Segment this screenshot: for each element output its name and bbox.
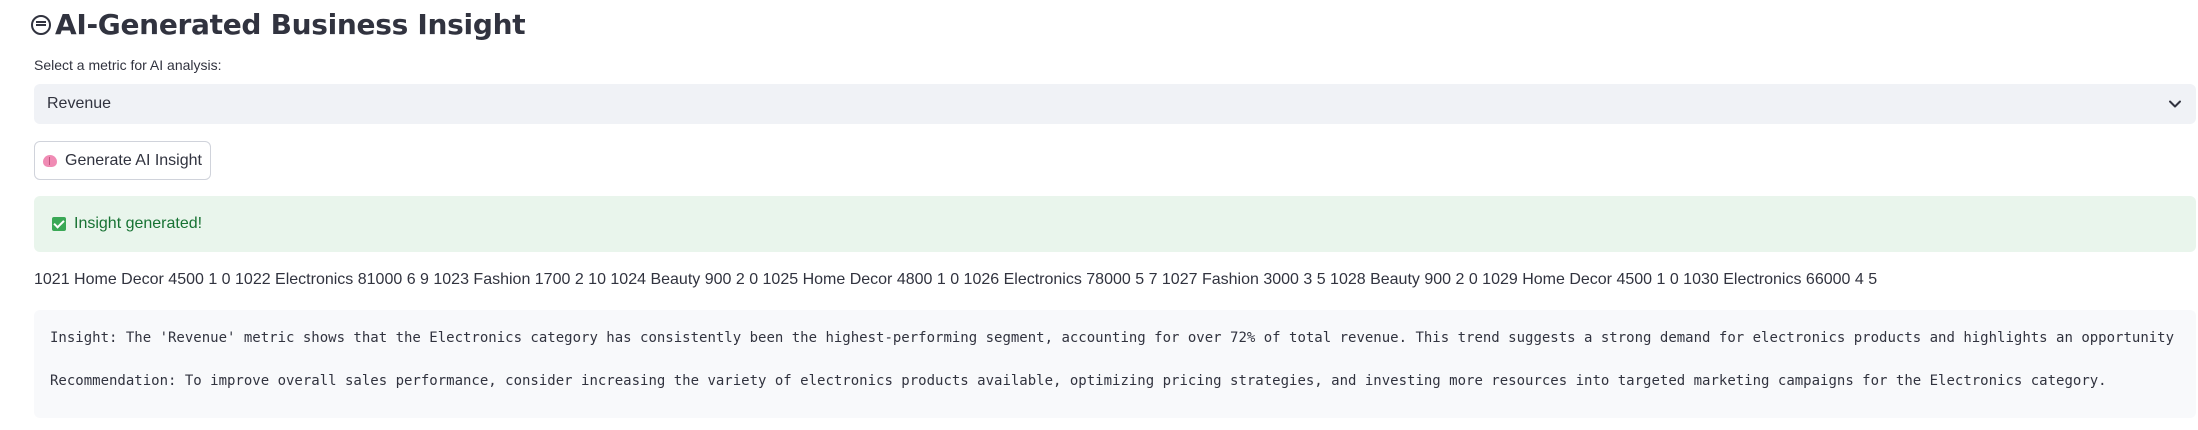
metric-select-label: Select a metric for AI analysis: (34, 57, 222, 73)
page: AI-Generated Business Insight Select a m… (0, 0, 2198, 430)
grimacing-face-icon (31, 15, 51, 35)
generate-ai-insight-label: Generate AI Insight (65, 151, 202, 169)
recommendation-text: Recommendation: To improve overall sales… (50, 373, 2107, 389)
raw-data-text: 1021 Home Decor 4500 1 0 1022 Electronic… (34, 271, 1878, 288)
check-mark-button-icon (52, 217, 66, 231)
page-title-text: AI-Generated Business Insight (55, 7, 526, 41)
brain-icon (43, 154, 57, 167)
chevron-down-icon (2169, 100, 2181, 108)
generate-ai-insight-button[interactable]: Generate AI Insight (34, 141, 211, 180)
metric-select-value: Revenue (47, 95, 112, 112)
success-alert-text: Insight generated! (74, 215, 203, 232)
page-title: AI-Generated Business Insight (31, 4, 526, 44)
insight-text: Insight: The 'Revenue' metric shows that… (50, 330, 2175, 346)
insight-code-block: Insight: The 'Revenue' metric shows that… (34, 310, 2196, 418)
success-alert: Insight generated! (34, 196, 2196, 252)
metric-select[interactable]: Revenue (34, 84, 2196, 124)
